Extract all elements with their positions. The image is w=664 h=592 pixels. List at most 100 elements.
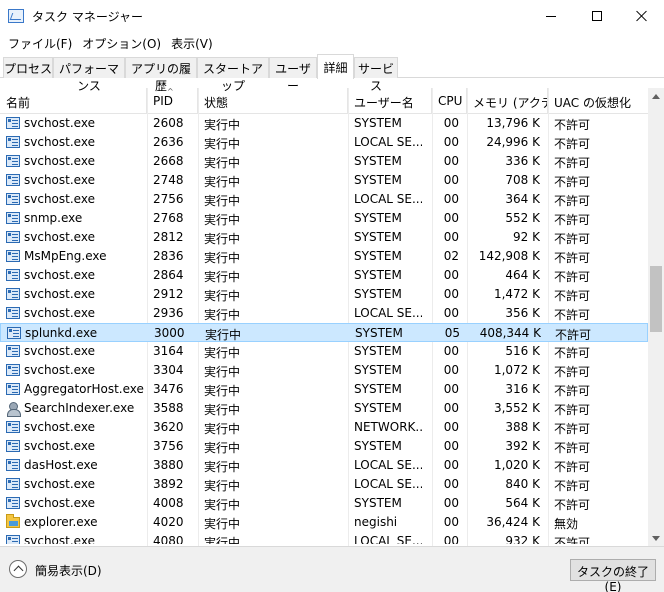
- process-user: LOCAL SE...: [354, 192, 422, 206]
- column-header-name[interactable]: 名前: [0, 88, 147, 114]
- tab-processes[interactable]: プロセス: [3, 57, 53, 78]
- table-row[interactable]: svchost.exe 2936 実行中 LOCAL SE... 00 356 K 不許可: [0, 304, 648, 323]
- service-icon: [6, 212, 20, 224]
- process-name: svchost.exe: [24, 230, 95, 244]
- process-pid: 4008: [153, 496, 184, 510]
- process-table: 名前 PID 状態 ユーザー名 CPU メモリ (アクティ UAC の仮想化 ^…: [0, 87, 664, 546]
- table-row[interactable]: svchost.exe 2748 実行中 SYSTEM 00 708 K 不許可: [0, 171, 648, 190]
- menu-options[interactable]: オプション(O): [77, 32, 166, 54]
- table-row[interactable]: svchost.exe 3756 実行中 SYSTEM 00 392 K 不許可: [0, 437, 648, 456]
- tab-app-history[interactable]: アプリの履歴: [125, 57, 197, 93]
- scroll-down-button[interactable]: [648, 530, 664, 546]
- vertical-scrollbar[interactable]: [648, 88, 664, 546]
- column-header-uac[interactable]: UAC の仮想化: [548, 88, 648, 114]
- tab-users[interactable]: ユーザー: [269, 57, 317, 93]
- process-name: snmp.exe: [24, 211, 83, 225]
- scroll-up-button[interactable]: [648, 88, 664, 104]
- service-icon: [6, 307, 20, 319]
- table-row[interactable]: snmp.exe 2768 実行中 SYSTEM 00 552 K 不許可: [0, 209, 648, 228]
- process-pid: 2768: [153, 211, 184, 225]
- process-cpu: 00: [443, 363, 459, 377]
- process-memory: 336 K: [505, 154, 540, 168]
- process-memory: 932 K: [505, 534, 540, 544]
- close-icon: [636, 10, 648, 22]
- process-pid: 3000: [154, 326, 185, 340]
- column-header-status[interactable]: 状態: [198, 88, 348, 114]
- process-user: SYSTEM: [354, 173, 402, 187]
- process-cpu: 00: [443, 230, 459, 244]
- process-status: 実行中: [204, 460, 241, 474]
- process-uac: 不許可: [554, 422, 591, 436]
- process-cpu: 05: [444, 326, 460, 340]
- process-name: svchost.exe: [24, 116, 95, 130]
- maximize-button[interactable]: [574, 0, 620, 32]
- footer: 簡易表示(D) タスクの終了(E): [0, 546, 664, 592]
- window-title: タスク マネージャー: [32, 10, 143, 24]
- process-status: 実行中: [204, 232, 241, 246]
- tab-bar: プロセス パフォーマンス アプリの履歴 スタートアップ ユーザー 詳細 サービス: [0, 54, 664, 93]
- table-row[interactable]: svchost.exe 2608 実行中 SYSTEM 00 13,796 K 不許可: [0, 114, 648, 133]
- table-row[interactable]: svchost.exe 2812 実行中 SYSTEM 00 92 K 不許可: [0, 228, 648, 247]
- column-header-cpu[interactable]: CPU: [432, 88, 467, 114]
- scroll-thumb[interactable]: [650, 266, 662, 332]
- process-user: SYSTEM: [354, 116, 402, 130]
- fewer-details-button[interactable]: 簡易表示(D): [9, 560, 109, 580]
- table-row[interactable]: svchost.exe 2864 実行中 SYSTEM 00 464 K 不許可: [0, 266, 648, 285]
- table-row[interactable]: dasHost.exe 3880 実行中 LOCAL SE... 00 1,020 K 不許…: [0, 456, 648, 475]
- process-name: dasHost.exe: [24, 458, 98, 472]
- process-cpu: 00: [443, 192, 459, 206]
- menu-file[interactable]: ファイル(F): [3, 32, 77, 54]
- service-icon: [6, 383, 20, 395]
- process-memory: 1,472 K: [493, 287, 540, 301]
- process-pid: 2936: [153, 306, 184, 320]
- service-icon: [6, 155, 20, 167]
- process-pid: 3476: [153, 382, 184, 396]
- column-header-memory[interactable]: メモリ (アクティ: [467, 88, 548, 114]
- close-button[interactable]: [620, 0, 664, 32]
- process-user: SYSTEM: [354, 496, 402, 510]
- process-pid: 3756: [153, 439, 184, 453]
- table-row[interactable]: AggregatorHost.exe 3476 実行中 SYSTEM 00 316 K 不許…: [0, 380, 648, 399]
- column-header-user[interactable]: ユーザー名: [348, 88, 432, 114]
- service-icon: [6, 288, 20, 300]
- table-row[interactable]: splunkd.exe 3000 実行中 SYSTEM 05 408,344 K 不許可: [0, 323, 648, 342]
- table-row[interactable]: svchost.exe 4008 実行中 SYSTEM 00 564 K 不許可: [0, 494, 648, 513]
- table-row[interactable]: MsMpEng.exe 2836 実行中 SYSTEM 02 142,908 K 不許可: [0, 247, 648, 266]
- process-user: SYSTEM: [354, 268, 402, 282]
- table-row[interactable]: svchost.exe 4080 実行中 LOCAL SE... 00 932 K 不許可: [0, 532, 648, 544]
- table-row[interactable]: svchost.exe 3164 実行中 SYSTEM 00 516 K 不許可: [0, 342, 648, 361]
- process-status: 実行中: [204, 498, 241, 512]
- arrow-down-icon: [652, 535, 660, 541]
- table-row[interactable]: explorer.exe 4020 実行中 negishi 00 36,424 K 無効: [0, 513, 648, 532]
- arrow-up-icon: [652, 93, 660, 99]
- process-memory: 13,796 K: [486, 116, 540, 130]
- service-icon: [6, 231, 20, 243]
- process-user: LOCAL SE...: [354, 306, 422, 320]
- process-uac: 不許可: [554, 270, 591, 284]
- table-row[interactable]: svchost.exe 2912 実行中 SYSTEM 00 1,472 K 不許可: [0, 285, 648, 304]
- tab-performance[interactable]: パフォーマンス: [53, 57, 125, 93]
- process-name: splunkd.exe: [25, 326, 98, 340]
- tab-startup[interactable]: スタートアップ: [197, 57, 269, 93]
- table-row[interactable]: svchost.exe 2636 実行中 LOCAL SE... 00 24,996 K 不…: [0, 133, 648, 152]
- table-row[interactable]: svchost.exe 3892 実行中 LOCAL SE... 00 840 K 不許可: [0, 475, 648, 494]
- process-name: svchost.exe: [24, 268, 95, 282]
- table-row[interactable]: SearchIndexer.exe 3588 実行中 SYSTEM 00 3,552 K 不…: [0, 399, 648, 418]
- process-user: SYSTEM: [354, 344, 402, 358]
- table-row[interactable]: svchost.exe 3620 実行中 NETWORK... 00 388 K 不許可: [0, 418, 648, 437]
- process-status: 実行中: [204, 251, 241, 265]
- tab-services[interactable]: サービス: [354, 57, 398, 93]
- end-task-button[interactable]: タスクの終了(E): [570, 559, 656, 592]
- table-row[interactable]: svchost.exe 3304 実行中 SYSTEM 00 1,072 K 不許可: [0, 361, 648, 380]
- table-row[interactable]: svchost.exe 2668 実行中 SYSTEM 00 336 K 不許可: [0, 152, 648, 171]
- process-user: SYSTEM: [354, 249, 402, 263]
- task-manager-icon: [8, 9, 24, 23]
- table-row[interactable]: svchost.exe 2756 実行中 LOCAL SE... 00 364 K 不許可: [0, 190, 648, 209]
- process-name: MsMpEng.exe: [24, 249, 107, 263]
- process-memory: 388 K: [505, 420, 540, 434]
- minimize-button[interactable]: [528, 0, 574, 32]
- tab-details[interactable]: 詳細: [317, 54, 354, 79]
- title-bar: タスク マネージャー: [0, 0, 664, 32]
- menu-view[interactable]: 表示(V): [166, 32, 218, 54]
- process-uac: 不許可: [554, 289, 591, 303]
